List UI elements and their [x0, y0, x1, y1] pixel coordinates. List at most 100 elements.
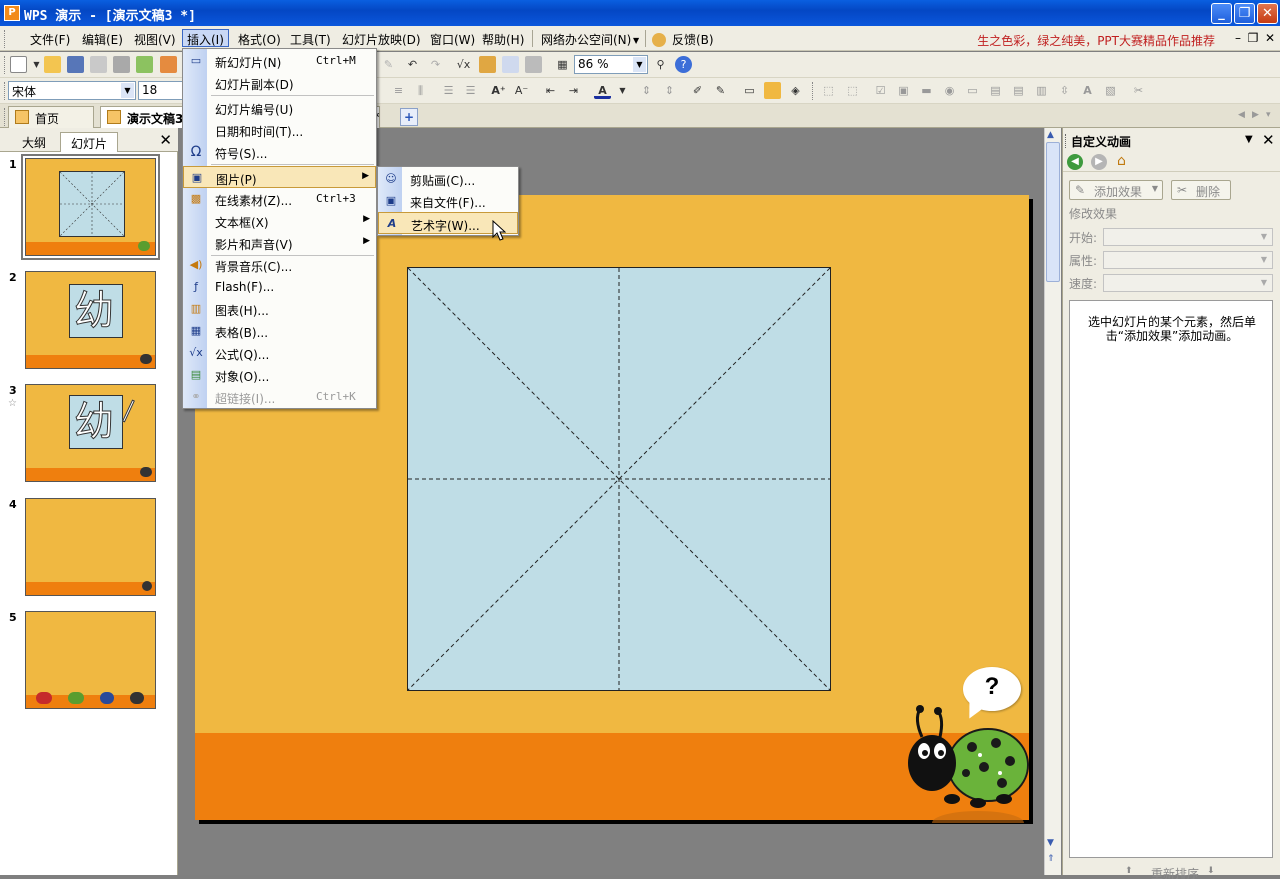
submenu-item-clipart[interactable]: ☺ 剪贴画(C)...	[378, 168, 518, 190]
formula-icon[interactable]: √x	[455, 56, 472, 73]
textbox-tool-icon[interactable]: ▭	[964, 82, 981, 99]
menu-slideshow[interactable]: 幻灯片放映(D)	[338, 30, 425, 48]
numbered-list-icon[interactable]: ☰	[440, 82, 457, 99]
promo-link[interactable]: 生之色彩，绿之纯美，PPT大赛精品作品推荐	[977, 32, 1215, 49]
new-document-icon[interactable]	[10, 56, 27, 73]
align-distribute-icon[interactable]: ⫼	[412, 82, 429, 99]
reorder-row[interactable]: ⬆ 重新排序 ⬇	[1125, 865, 1217, 879]
chevron-down-icon[interactable]: ▼	[633, 36, 639, 45]
speed-select[interactable]: ▼	[1103, 274, 1273, 292]
frame-tool-icon[interactable]: ▣	[895, 82, 912, 99]
doc-close-icon[interactable]: ✕	[1263, 31, 1277, 45]
menu-view[interactable]: 视图(V)	[130, 30, 180, 48]
menu-network-office[interactable]: 网络办公空间(N)	[537, 30, 635, 48]
menu-format[interactable]: 格式(O)	[234, 30, 285, 48]
slide-thumbnail-1[interactable]	[21, 154, 160, 260]
tab-home[interactable]: 首页	[8, 106, 94, 128]
drawing-tool-icon[interactable]: ⬚	[820, 82, 837, 99]
chevron-down-icon[interactable]: ▼	[28, 56, 45, 73]
submenu-item-from-file[interactable]: ▣ 来自文件(F)...	[378, 190, 518, 212]
start-select[interactable]: ▼	[1103, 228, 1273, 246]
slide-thumbnail-4[interactable]	[25, 498, 156, 596]
home-icon[interactable]: ⌂	[1117, 153, 1126, 169]
slide-table-icon[interactable]	[764, 82, 781, 99]
toolbar-grip[interactable]	[4, 56, 7, 74]
feedback-icon[interactable]	[652, 33, 666, 47]
wps-presentation-icon[interactable]: P	[4, 5, 20, 21]
menu-item-formula[interactable]: √x 公式(Q)...	[183, 342, 376, 364]
export-icon[interactable]	[136, 56, 153, 73]
decrease-font-icon[interactable]: A⁻	[513, 82, 530, 99]
binoculars-icon[interactable]: ⚲	[652, 56, 669, 73]
rectangle-tool-icon[interactable]: ▬	[918, 82, 935, 99]
font-size-combo[interactable]: 18	[138, 81, 188, 100]
pdf-icon[interactable]	[160, 56, 177, 73]
help-icon[interactable]: ?	[675, 56, 692, 73]
scrollbar-thumb[interactable]	[1046, 142, 1060, 282]
open-folder-icon[interactable]	[44, 56, 61, 73]
chevron-down-icon[interactable]: ▼	[614, 82, 631, 99]
picture-icon[interactable]	[525, 56, 542, 73]
menu-edit[interactable]: 编辑(E)	[78, 30, 127, 48]
close-icon[interactable]: ✕	[1262, 131, 1275, 149]
toolbar-grip[interactable]	[4, 82, 7, 100]
line-spacing-icon[interactable]: ⇕	[638, 82, 655, 99]
label-tool-icon[interactable]: A	[1079, 82, 1096, 99]
image-tool-icon[interactable]: ▧	[1102, 82, 1119, 99]
menubar-grip[interactable]	[4, 30, 7, 48]
save-icon[interactable]	[67, 56, 84, 73]
slide-thumbnail-2[interactable]: 幼	[25, 271, 156, 369]
background-icon[interactable]: ▭	[741, 82, 758, 99]
minimize-button[interactable]: _	[1211, 3, 1232, 24]
menu-item-background-music[interactable]: ◀) 背景音乐(C)...	[183, 254, 376, 276]
menu-file[interactable]: 文件(F)	[26, 30, 74, 48]
tianzige-grid-box[interactable]	[407, 267, 831, 691]
menu-item-table[interactable]: ▦ 表格(B)...	[183, 320, 376, 342]
decrease-indent-icon[interactable]: ⇤	[542, 82, 559, 99]
toolbar-grip[interactable]	[812, 82, 815, 100]
print-preview-icon[interactable]	[90, 56, 107, 73]
menu-window[interactable]: 窗口(W)	[426, 30, 479, 48]
add-effect-button[interactable]: ✎ 添加效果 ▼	[1069, 180, 1163, 200]
pane-menu-chevron-icon[interactable]: ▼	[1245, 134, 1253, 145]
font-color-icon[interactable]: A	[594, 82, 611, 99]
menu-item-hyperlink[interactable]: ⚭ 超链接(I)... Ctrl+K	[183, 386, 376, 408]
menu-item-symbol[interactable]: Ω 符号(S)...	[183, 141, 376, 163]
increase-indent-icon[interactable]: ⇥	[565, 82, 582, 99]
close-button[interactable]: ✕	[1257, 3, 1278, 24]
chevron-down-icon[interactable]: ▼	[633, 57, 646, 72]
chart-icon[interactable]	[479, 56, 496, 73]
tab-outline[interactable]: 大纲	[12, 132, 56, 152]
radio-tool-icon[interactable]: ◉	[941, 82, 958, 99]
fill-bucket-icon[interactable]: ◈	[787, 82, 804, 99]
scrollbar-tool-icon[interactable]: ▥	[1033, 82, 1050, 99]
paragraph-spacing-icon[interactable]: ⇕	[661, 82, 678, 99]
previous-slide-icon[interactable]: ⇑	[1047, 854, 1055, 864]
scroll-down-icon[interactable]: ▼	[1047, 838, 1054, 848]
forward-icon[interactable]: ▶	[1091, 154, 1107, 170]
drawing-tool-icon[interactable]: ⬚	[844, 82, 861, 99]
menu-item-picture[interactable]: ▣ 图片(P) ▶	[183, 166, 376, 188]
menu-feedback[interactable]: 反馈(B)	[668, 30, 718, 48]
font-name-combo[interactable]: 宋体 ▼	[8, 81, 136, 100]
menu-item-date-time[interactable]: 日期和时间(T)...	[183, 119, 376, 141]
tab-slides[interactable]: 幻灯片	[60, 132, 119, 152]
chevron-down-icon[interactable]: ▼	[121, 83, 134, 98]
doc-restore-icon[interactable]: ❐	[1246, 31, 1260, 45]
tab-list-icon[interactable]: ▾	[1266, 110, 1271, 120]
tab-scroll-left-icon[interactable]: ◀	[1238, 110, 1245, 120]
tab-scroll-right-icon[interactable]: ▶	[1252, 110, 1259, 120]
scroll-up-icon[interactable]: ▲	[1047, 130, 1054, 140]
table-icon[interactable]	[502, 56, 519, 73]
layout-icon[interactable]: ✎	[712, 82, 729, 99]
doc-minimize-icon[interactable]: –	[1231, 31, 1245, 45]
zoom-combo[interactable]: 86 % ▼	[574, 55, 648, 74]
grid-icon[interactable]: ▦	[554, 56, 571, 73]
listbox-tool-icon[interactable]: ▤	[987, 82, 1004, 99]
combobox-tool-icon[interactable]: ▤	[1010, 82, 1027, 99]
menu-tools[interactable]: 工具(T)	[286, 30, 335, 48]
close-icon[interactable]: ✕	[159, 131, 172, 149]
menu-item-textbox[interactable]: 文本框(X) ▶	[183, 210, 376, 232]
delete-button[interactable]: ✂ 删除	[1171, 180, 1231, 200]
menu-item-flash[interactable]: ƒ Flash(F)...	[183, 276, 376, 298]
